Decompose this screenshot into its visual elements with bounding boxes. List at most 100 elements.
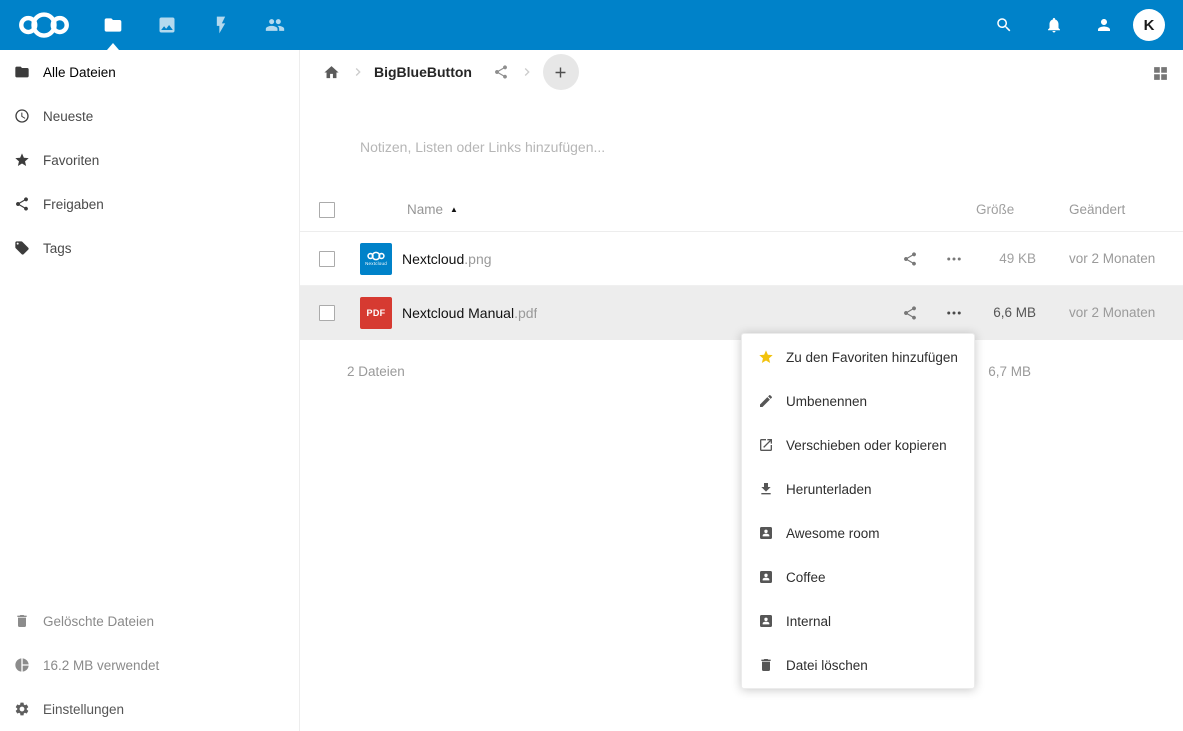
sidebar-footer: Gelöschte Dateien 16.2 MB verwendet Eins… xyxy=(0,599,299,731)
share-icon xyxy=(14,196,30,212)
pdf-icon: PDF xyxy=(367,308,386,318)
search-icon xyxy=(995,16,1013,34)
table-row[interactable]: PDF Nextcloud Manual.pdf 6,6 MB vor 2 Mo… xyxy=(300,286,1183,340)
nextcloud-logo-icon xyxy=(12,11,76,39)
menu-item-rename[interactable]: Umbenennen xyxy=(742,379,974,423)
size-column-header[interactable]: Größe xyxy=(976,202,1056,217)
modified-column-header[interactable]: Geändert xyxy=(1056,202,1183,217)
three-dots-icon xyxy=(945,250,963,268)
select-all-checkbox[interactable] xyxy=(319,202,335,218)
file-thumbnail-nextcloud-png[interactable]: Nextcloud xyxy=(360,243,392,275)
quota-pie-icon xyxy=(14,657,30,673)
menu-item-label: Verschieben oder kopieren xyxy=(786,438,947,453)
lightning-icon xyxy=(211,15,231,35)
clock-icon xyxy=(14,108,30,124)
sidebar-item-label: Freigaben xyxy=(43,197,104,212)
sidebar-item-recent[interactable]: Neueste xyxy=(0,94,299,138)
sidebar-item-label: Alle Dateien xyxy=(43,65,116,80)
notifications-button[interactable] xyxy=(1029,0,1079,50)
app-contacts-button[interactable] xyxy=(248,0,302,50)
bell-icon xyxy=(1045,16,1063,34)
new-file-button[interactable] xyxy=(543,54,579,90)
share-file-button[interactable] xyxy=(888,291,932,335)
trash-icon xyxy=(14,613,30,629)
sidebar-item-tags[interactable]: Tags xyxy=(0,226,299,270)
menu-item-coffee-room[interactable]: Coffee xyxy=(742,555,974,599)
menu-item-label: Datei löschen xyxy=(786,658,868,673)
chevron-right-icon xyxy=(350,64,366,80)
more-actions-button[interactable] xyxy=(932,291,976,335)
breadcrumb-current-folder[interactable]: BigBlueButton xyxy=(374,64,472,80)
file-thumbnail-pdf[interactable]: PDF xyxy=(360,297,392,329)
sidebar-item-quota[interactable]: 16.2 MB verwendet xyxy=(0,643,299,687)
sidebar-item-all-files[interactable]: Alle Dateien xyxy=(0,50,299,94)
search-button[interactable] xyxy=(979,0,1029,50)
row-actions xyxy=(846,237,976,281)
app-activity-button[interactable] xyxy=(194,0,248,50)
room-icon xyxy=(758,525,774,541)
breadcrumb-home-button[interactable] xyxy=(315,56,347,88)
file-extension: .png xyxy=(464,251,491,267)
file-list-header: Name ▲ Größe Geändert xyxy=(300,188,1183,232)
row-actions xyxy=(846,291,976,335)
app-navigation xyxy=(86,0,302,50)
menu-item-download[interactable]: Herunterladen xyxy=(742,467,974,511)
select-all-cell xyxy=(300,202,360,218)
thumbnail-label: Nextcloud xyxy=(365,261,387,267)
file-extension: .pdf xyxy=(514,305,537,321)
nextcloud-logo-icon xyxy=(365,251,387,261)
file-size: 6,6 MB xyxy=(976,305,1056,320)
notes-input[interactable]: Notizen, Listen oder Links hinzufügen... xyxy=(360,132,880,162)
sidebar-item-shares[interactable]: Freigaben xyxy=(0,182,299,226)
top-bar: K xyxy=(0,0,1183,50)
contacts-menu-button[interactable] xyxy=(1079,0,1129,50)
menu-item-move-or-copy[interactable]: Verschieben oder kopieren xyxy=(742,423,974,467)
avatar[interactable]: K xyxy=(1133,9,1165,41)
grid-icon xyxy=(1152,65,1169,82)
move-copy-icon xyxy=(758,437,774,453)
menu-item-awesome-room[interactable]: Awesome room xyxy=(742,511,974,555)
star-icon xyxy=(14,152,30,168)
user-icon xyxy=(1095,16,1113,34)
more-actions-button[interactable] xyxy=(932,237,976,281)
share-icon xyxy=(902,251,918,267)
app-photos-button[interactable] xyxy=(140,0,194,50)
menu-item-internal-room[interactable]: Internal xyxy=(742,599,974,643)
name-header-cell: Name ▲ xyxy=(360,202,846,217)
menu-item-add-to-favorites[interactable]: Zu den Favoriten hinzufügen xyxy=(742,335,974,379)
users-icon xyxy=(265,15,285,35)
file-name[interactable]: Nextcloud.png xyxy=(402,251,492,267)
row-name-cell: Nextcloud Nextcloud.png xyxy=(360,243,846,275)
row-select-cell xyxy=(300,305,360,321)
top-bar-right: K xyxy=(979,0,1183,50)
sort-ascending-icon: ▲ xyxy=(450,206,458,214)
sidebar-item-label: Tags xyxy=(43,241,72,256)
avatar-initial: K xyxy=(1144,17,1155,34)
app-files-button[interactable] xyxy=(86,0,140,50)
sidebar-item-settings[interactable]: Einstellungen xyxy=(0,687,299,731)
sidebar-item-label: Favoriten xyxy=(43,153,99,168)
star-icon xyxy=(758,349,774,365)
menu-item-label: Coffee xyxy=(786,570,826,585)
row-checkbox[interactable] xyxy=(319,251,335,267)
plus-icon xyxy=(552,64,569,81)
row-checkbox[interactable] xyxy=(319,305,335,321)
share-folder-button[interactable] xyxy=(486,57,516,87)
nextcloud-logo[interactable] xyxy=(12,11,76,39)
sidebar-item-deleted-files[interactable]: Gelöschte Dateien xyxy=(0,599,299,643)
file-modified: vor 2 Monaten xyxy=(1056,305,1183,320)
menu-item-delete-file[interactable]: Datei löschen xyxy=(742,643,974,687)
files-main-view: BigBlueButton Notizen, Listen oder Links… xyxy=(300,50,1183,731)
chevron-right-icon xyxy=(519,64,535,80)
sort-by-name-button[interactable]: Name ▲ xyxy=(407,202,458,217)
grid-view-toggle-button[interactable] xyxy=(1150,63,1170,83)
file-name[interactable]: Nextcloud Manual.pdf xyxy=(402,305,537,321)
room-icon xyxy=(758,569,774,585)
summary-file-count: 2 Dateien xyxy=(347,364,405,379)
sidebar-item-favorites[interactable]: Favoriten xyxy=(0,138,299,182)
download-icon xyxy=(758,481,774,497)
trash-icon xyxy=(758,657,774,673)
tag-icon xyxy=(14,240,30,256)
table-row[interactable]: Nextcloud Nextcloud.png 49 KB vor 2 Mona… xyxy=(300,232,1183,286)
share-file-button[interactable] xyxy=(888,237,932,281)
